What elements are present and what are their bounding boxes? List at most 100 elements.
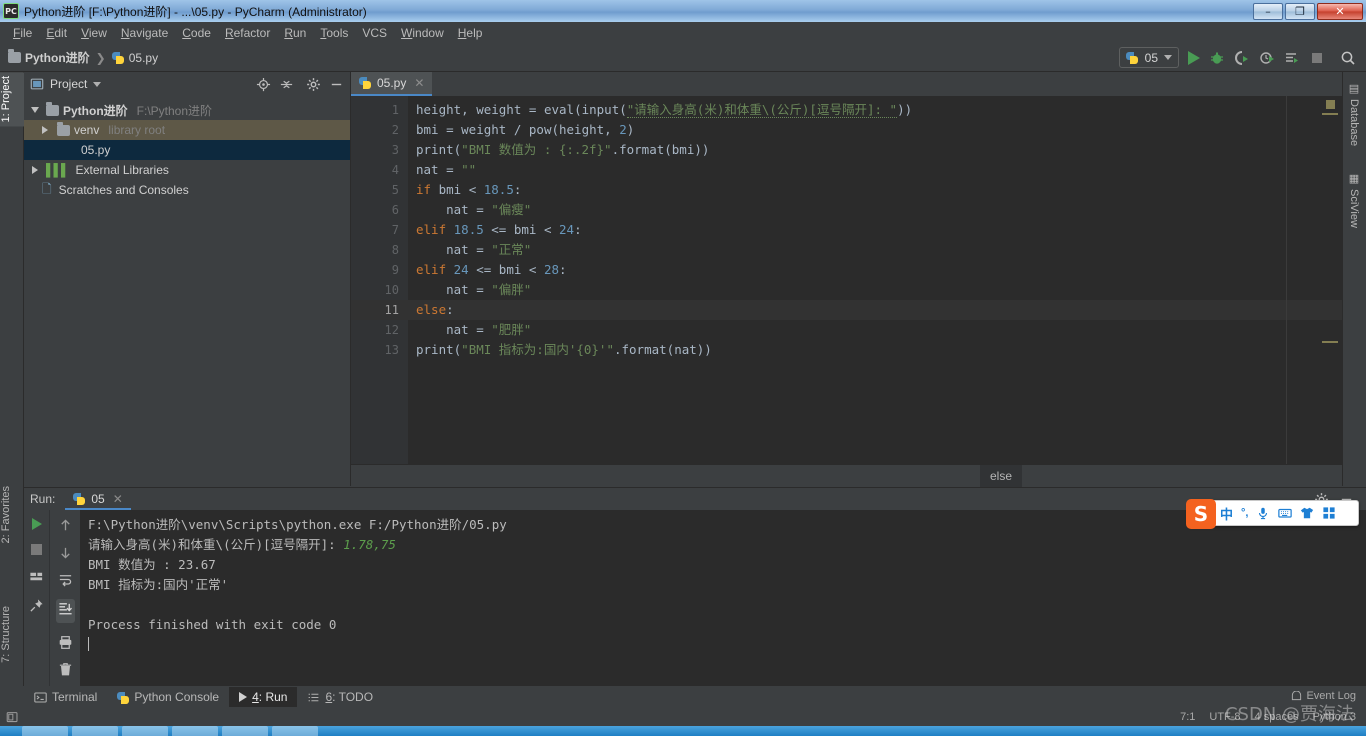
chevron-down-icon[interactable]: [93, 81, 102, 87]
profile-icon[interactable]: [1259, 50, 1275, 66]
menu-code[interactable]: Code: [175, 24, 218, 42]
code-token: .format(bmi)): [611, 142, 710, 157]
up-arrow-icon[interactable]: [58, 518, 73, 533]
tree-node-external-libraries[interactable]: ▌▌▌ External Libraries: [24, 160, 350, 180]
warning-marker-line-1[interactable]: [1322, 113, 1338, 115]
toggle-toolwindows-icon[interactable]: [6, 711, 19, 724]
down-arrow-icon[interactable]: [58, 545, 73, 560]
tab-todo[interactable]: 6: TODO: [297, 687, 383, 707]
skin-icon[interactable]: [1300, 506, 1314, 520]
code-line[interactable]: nat = "": [408, 160, 1342, 180]
code-editor[interactable]: 1 2 3 4 5 6 7 8 9 10 11 12 13 height, weight = eval(…: [351, 96, 1342, 464]
code-content[interactable]: height, weight = eval(input("请输入身高(米)和体重…: [408, 96, 1342, 464]
taskbar-app-icon[interactable]: [272, 726, 318, 736]
stop-icon[interactable]: [1309, 50, 1325, 66]
menu-navigate[interactable]: Navigate: [114, 24, 175, 42]
restore-button[interactable]: ❐: [1285, 2, 1315, 20]
tab-terminal[interactable]: Terminal: [24, 687, 107, 707]
code-line[interactable]: print("BMI 指标为:国内'{0}'".format(nat)): [408, 340, 1342, 360]
run-configuration-selector[interactable]: 05: [1118, 47, 1179, 68]
sidebar-item-structure[interactable]: 7: Structure: [0, 602, 24, 667]
debug-icon[interactable]: [1209, 50, 1225, 66]
folder-icon: [57, 121, 70, 136]
trash-icon[interactable]: [58, 662, 73, 677]
ime-toolbar[interactable]: S 中 °,: [1186, 499, 1359, 529]
breadcrumb-file[interactable]: 05.py: [129, 51, 158, 65]
code-line[interactable]: bmi = weight / pow(height, 2): [408, 120, 1342, 140]
menu-window[interactable]: Window: [394, 24, 451, 42]
code-line[interactable]: elif 24 <= bmi < 28:: [408, 260, 1342, 280]
code-line[interactable]: print("BMI 数值为 : {:.2f}".format(bmi)): [408, 140, 1342, 160]
taskbar-app-icon[interactable]: [222, 726, 268, 736]
tab-python-console[interactable]: Python Console: [107, 687, 229, 707]
sidebar-item-project[interactable]: 1: Project: [0, 72, 24, 127]
taskbar-app-icon[interactable]: [22, 726, 68, 736]
warning-marker-line-2[interactable]: [1322, 341, 1338, 343]
menu-view[interactable]: View: [74, 24, 114, 42]
code-line[interactable]: if bmi < 18.5:: [408, 180, 1342, 200]
editor-tab-05py[interactable]: 05.py ✕: [351, 72, 433, 96]
hide-icon[interactable]: [329, 77, 344, 92]
console-output[interactable]: F:\Python进阶\venv\Scripts\python.exe F:/P…: [80, 510, 1366, 687]
close-icon[interactable]: ✕: [113, 492, 123, 506]
settings-gear-icon[interactable]: [306, 77, 321, 92]
sidebar-item-sciview[interactable]: ▦ SciView: [1342, 168, 1366, 232]
minimize-button[interactable]: –: [1253, 2, 1283, 20]
rerun-icon[interactable]: [31, 518, 42, 530]
menu-edit[interactable]: Edit: [39, 24, 74, 42]
caret-position[interactable]: 7:1: [1180, 711, 1195, 723]
run-with-console-icon[interactable]: [1284, 50, 1300, 66]
menu-file[interactable]: FFileile: [6, 24, 39, 42]
scroll-to-end-icon[interactable]: [55, 599, 75, 623]
mic-icon[interactable]: [1256, 506, 1270, 520]
tree-node-scratches[interactable]: 🗋 Scratches and Consoles: [24, 180, 350, 200]
tab-run[interactable]: 4: Run: [229, 687, 298, 707]
sogou-logo-icon[interactable]: S: [1186, 499, 1216, 529]
breadcrumb-project[interactable]: Python进阶: [25, 49, 90, 66]
taskbar-app-icon[interactable]: [72, 726, 118, 736]
close-button[interactable]: ✕: [1317, 2, 1363, 20]
chevron-right-icon[interactable]: [32, 166, 38, 174]
project-panel-title[interactable]: Project: [50, 77, 87, 91]
code-line[interactable]: nat = "正常": [408, 240, 1342, 260]
search-everywhere-icon[interactable]: [1340, 50, 1356, 66]
stop-icon[interactable]: [31, 544, 42, 555]
chevron-right-icon[interactable]: [42, 126, 48, 134]
code-line[interactable]: else:: [408, 300, 1342, 320]
menu-help[interactable]: Help: [451, 24, 490, 42]
menu-tools[interactable]: Tools: [313, 24, 355, 42]
tools-grid-icon[interactable]: [1322, 506, 1336, 520]
code-line[interactable]: nat = "肥胖": [408, 320, 1342, 340]
restore-layout-icon[interactable]: [29, 569, 44, 584]
run-icon[interactable]: [1188, 50, 1200, 65]
ime-mode-chinese[interactable]: 中: [1220, 504, 1233, 523]
ime-punctuation-toggle[interactable]: °,: [1241, 507, 1248, 519]
sidebar-item-favorites[interactable]: 2: Favorites: [0, 482, 24, 547]
menu-run[interactable]: Run: [277, 24, 313, 42]
tree-node-05py[interactable]: 05.py: [24, 140, 350, 160]
pin-tab-icon[interactable]: [29, 598, 44, 613]
menu-refactor[interactable]: Refactor: [218, 24, 277, 42]
inspection-marker-icon[interactable]: [1326, 100, 1335, 109]
coverage-icon[interactable]: [1234, 50, 1250, 66]
locate-icon[interactable]: [256, 77, 271, 92]
code-line[interactable]: height, weight = eval(input("请输入身高(米)和体重…: [408, 100, 1342, 120]
code-line[interactable]: elif 18.5 <= bmi < 24:: [408, 220, 1342, 240]
run-tab-05[interactable]: 05 ✕: [65, 488, 131, 510]
code-line[interactable]: nat = "偏瘦": [408, 200, 1342, 220]
taskbar-app-icon[interactable]: [172, 726, 218, 736]
soft-wrap-icon[interactable]: [58, 572, 73, 587]
print-icon[interactable]: [58, 635, 73, 650]
taskbar-app-icon[interactable]: [122, 726, 168, 736]
keyboard-icon[interactable]: [1278, 506, 1293, 520]
close-icon[interactable]: ✕: [414, 76, 424, 90]
tree-node-venv[interactable]: venv library root: [24, 120, 350, 140]
sidebar-item-database[interactable]: ▤ Database: [1342, 78, 1366, 150]
tree-node-project-root[interactable]: Python进阶 F:\Python进阶: [24, 100, 350, 120]
code-token: "BMI 指标为:国内'{0}'": [461, 342, 614, 357]
chevron-down-icon[interactable]: [31, 107, 39, 113]
code-line[interactable]: nat = "偏胖": [408, 280, 1342, 300]
collapse-all-icon[interactable]: [279, 77, 294, 92]
editor-breadcrumb-else[interactable]: else: [980, 464, 1023, 487]
menu-vcs[interactable]: VCS: [355, 24, 394, 42]
